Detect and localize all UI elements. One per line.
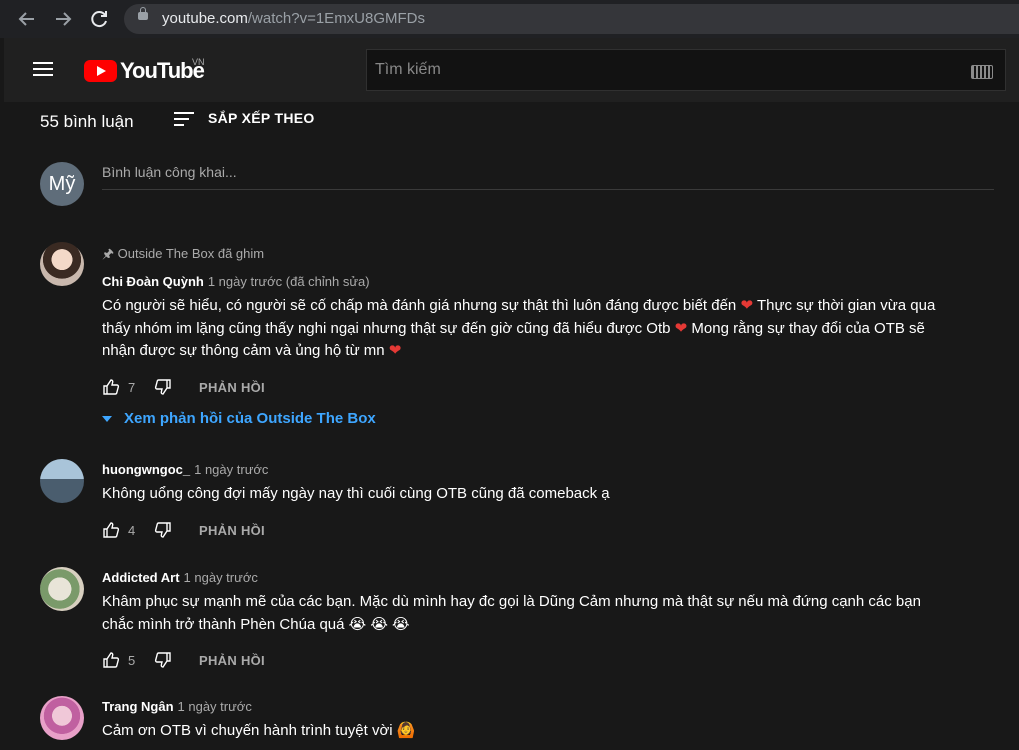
avatar — [40, 696, 84, 740]
heart-icon: ❤ — [740, 297, 754, 314]
browser-toolbar: youtube.com/watch?v=1EmxU8GMFDs — [0, 0, 1019, 38]
comment-actions: 4 PHẢN HỒI — [102, 521, 502, 541]
comment-author[interactable]: Addicted Art 1 ngày trước — [102, 570, 258, 585]
comment-text: Cảm ơn OTB vì chuyến hành trình tuyệt vờ… — [102, 722, 416, 739]
menu-icon[interactable] — [33, 62, 53, 76]
caret-down-icon — [102, 416, 112, 423]
comment-author[interactable]: Chi Đoàn Quỳnh 1 ngày trước (đã chỉnh sửa… — [102, 274, 370, 289]
pin-icon: 🖈 — [102, 246, 115, 261]
thumbs-up-icon[interactable] — [102, 521, 120, 539]
like-count: 7 — [128, 380, 136, 395]
back-arrow-icon[interactable] — [16, 8, 38, 30]
region-code: VN — [192, 57, 205, 67]
youtube-logo[interactable]: YouTube VN — [84, 57, 205, 85]
youtube-play-icon — [84, 60, 117, 82]
comment-actions: 7 PHẢN HỒI — [102, 378, 502, 398]
comment-time[interactable]: 1 ngày trước (đã chỉnh sửa) — [208, 274, 370, 289]
thumbs-down-icon[interactable] — [154, 521, 172, 539]
comment-count: 55 bình luận — [40, 112, 134, 131]
comment-actions: 5 PHẢN HỒI — [102, 651, 502, 671]
sort-button[interactable]: SẮP XẾP THEO — [208, 110, 315, 126]
lock-icon — [138, 7, 148, 20]
comment-time[interactable]: 1 ngày trước — [178, 699, 252, 714]
keyboard-icon[interactable] — [971, 65, 993, 79]
forward-arrow-icon[interactable] — [52, 8, 74, 30]
heart-icon: ❤ — [388, 342, 402, 359]
thumbs-down-icon[interactable] — [154, 651, 172, 669]
reload-icon[interactable] — [88, 8, 110, 30]
heart-icon: ❤ — [674, 319, 688, 337]
comments-section: 55 bình luận SẮP XẾP THEO Mỹ Bình luận c… — [4, 102, 1019, 750]
comment-author[interactable]: Trang Ngân 1 ngày trước — [102, 699, 252, 714]
address-bar[interactable]: youtube.com/watch?v=1EmxU8GMFDs — [124, 4, 1019, 34]
search-input[interactable]: Tìm kiếm — [366, 49, 1006, 91]
like-count: 5 — [128, 653, 136, 668]
thumbs-down-icon[interactable] — [154, 378, 172, 396]
thumbs-up-icon[interactable] — [102, 378, 120, 396]
comment-author[interactable]: huongwngoc_ 1 ngày trước — [102, 462, 268, 477]
reply-button[interactable]: PHẢN HỒI — [199, 653, 265, 668]
avatar — [40, 459, 84, 503]
pinned-label: 🖈 Outside The Box đã ghim — [102, 246, 265, 261]
comment-text: Có người sẽ hiểu, có người sẽ cố chấp mà… — [102, 297, 936, 359]
url-text: youtube.com/watch?v=1EmxU8GMFDs — [162, 10, 426, 27]
thumbs-up-icon[interactable] — [102, 651, 120, 669]
comment-input-underline — [102, 189, 994, 190]
reply-button[interactable]: PHẢN HỒI — [199, 523, 265, 538]
avatar: Mỹ — [40, 162, 84, 206]
like-count: 4 — [128, 523, 136, 538]
comment-time[interactable]: 1 ngày trước — [194, 462, 268, 477]
comment-input[interactable]: Bình luận công khai... — [102, 164, 237, 180]
comment-text: Không uổng công đợi mấy ngày nay thì cuố… — [102, 485, 610, 502]
comment-text: Khâm phục sự mạnh mẽ của các bạn. Mặc dù… — [102, 593, 921, 633]
avatar — [40, 567, 84, 611]
comment-time[interactable]: 1 ngày trước — [184, 570, 258, 585]
youtube-header: YouTube VN Tìm kiếm — [4, 38, 1019, 102]
view-replies-button[interactable]: Xem phản hồi của Outside The Box — [102, 410, 376, 427]
avatar — [40, 242, 84, 286]
sort-icon[interactable] — [174, 111, 194, 127]
reply-button[interactable]: PHẢN HỒI — [199, 380, 265, 395]
